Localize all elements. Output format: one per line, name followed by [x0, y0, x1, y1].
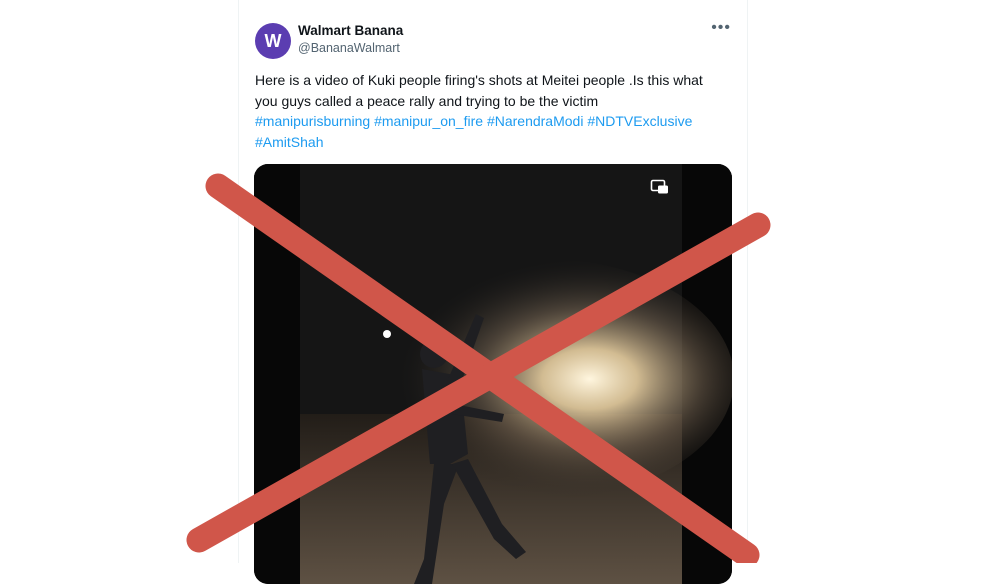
tweet-text-line: Here is a video of Kuki people firing's … [255, 72, 703, 88]
hashtag-link[interactable]: #AmitShah [255, 134, 323, 150]
video-frame [254, 164, 732, 584]
hashtag-link[interactable]: #NDTVExclusive [587, 113, 692, 129]
tweet-text-line: you guys called a peace rally and trying… [255, 92, 599, 109]
display-name[interactable]: Walmart Banana [298, 23, 403, 38]
hashtag-link[interactable]: #NarendraModi [487, 113, 584, 129]
tweet-text: Here is a video of Kuki people firing's … [255, 70, 735, 152]
picture-in-picture-icon[interactable] [650, 179, 670, 195]
hashtag-link[interactable]: #manipur_on_fire [374, 113, 483, 129]
hashtag-link[interactable]: #manipurisburning [255, 113, 370, 129]
avatar[interactable]: W [255, 23, 291, 59]
tweet-card[interactable]: W Walmart Banana @BananaWalmart ••• Here… [238, 0, 748, 584]
video-player[interactable] [254, 164, 732, 584]
hashtag-list: #manipurisburning #manipur_on_fire #Nare… [255, 111, 735, 152]
user-handle[interactable]: @BananaWalmart [298, 41, 400, 55]
more-options-icon[interactable]: ••• [711, 19, 731, 37]
